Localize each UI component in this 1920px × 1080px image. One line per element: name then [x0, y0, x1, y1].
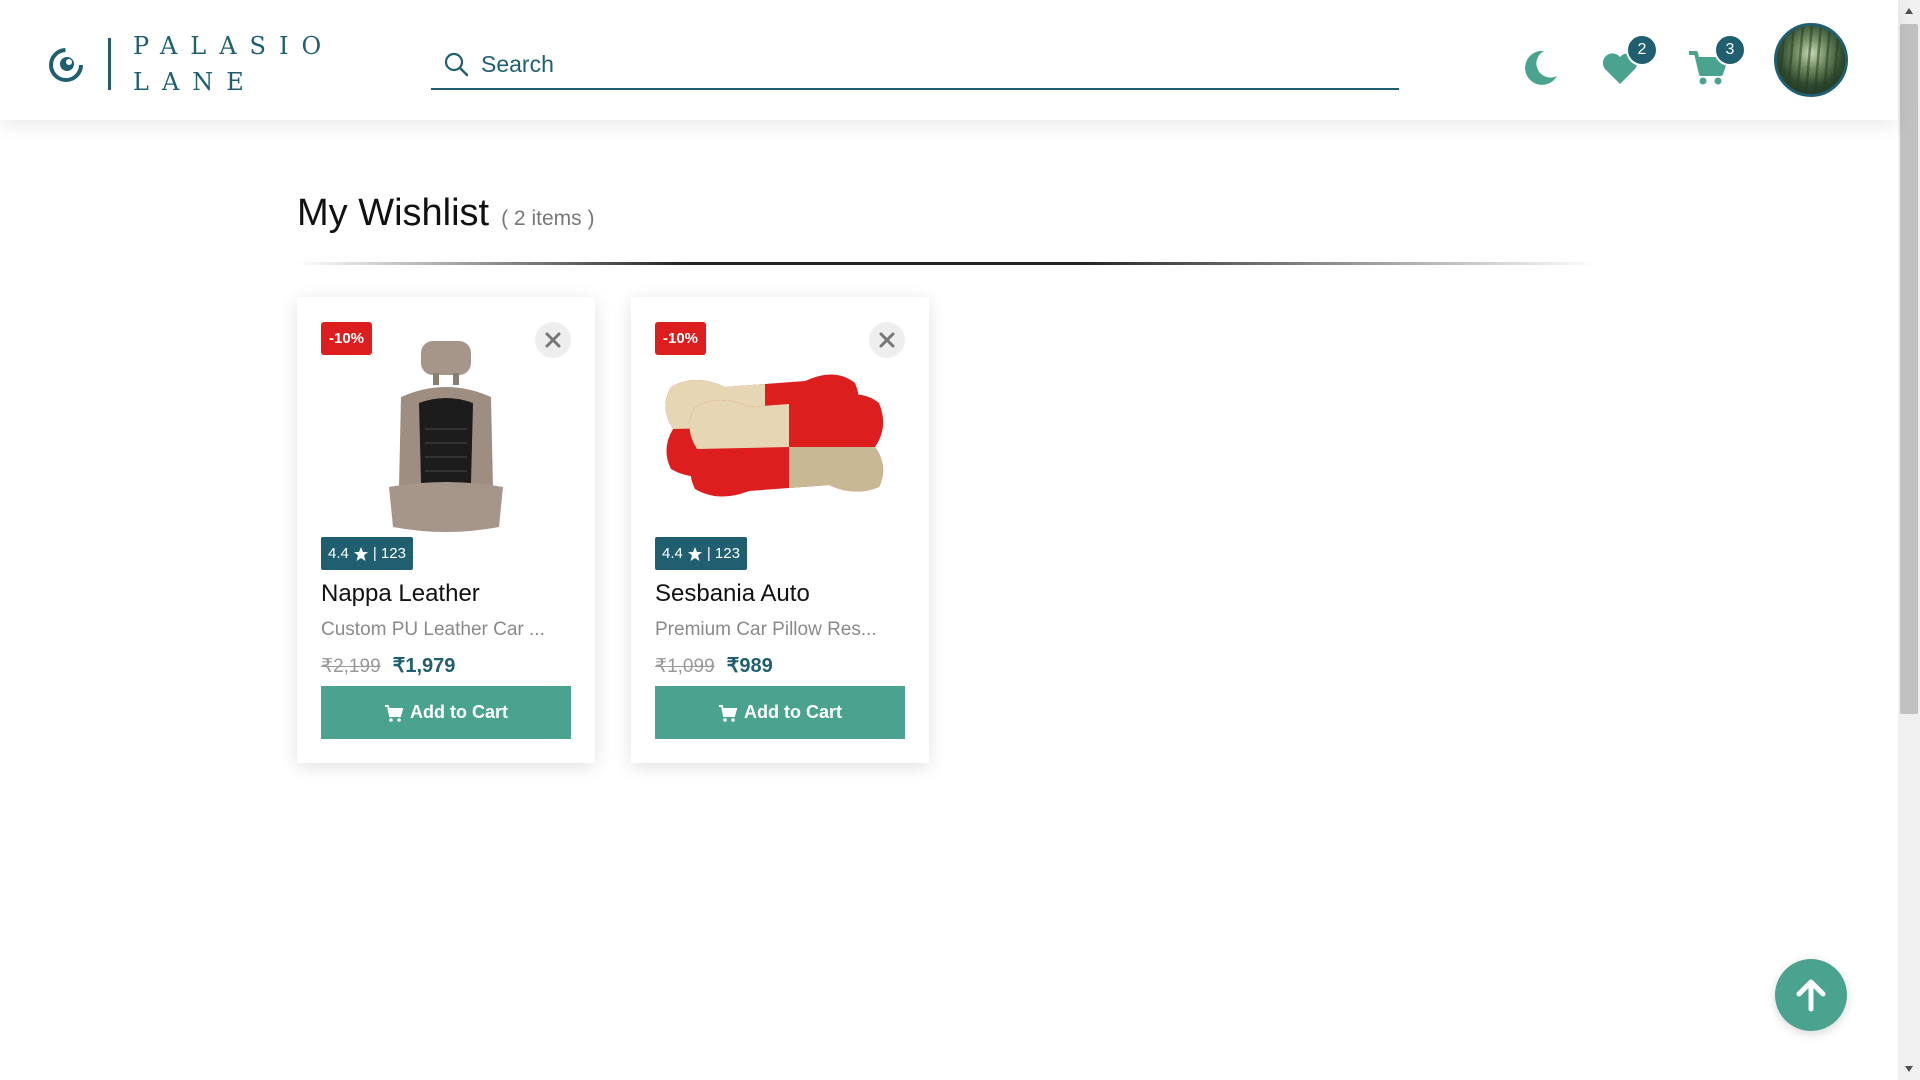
- cart-icon: [385, 704, 404, 722]
- wishlist-card: -10% 4.4 | 123 Sesbania Auto Premium Car…: [631, 297, 929, 763]
- review-count: | 123: [372, 545, 406, 562]
- brand-line-1: PALASIO: [133, 32, 335, 60]
- brand-logo[interactable]: PALASIO LANE: [46, 28, 334, 100]
- close-icon: [545, 332, 561, 348]
- theme-toggle-button[interactable]: [1512, 40, 1568, 96]
- avatar[interactable]: [1774, 23, 1848, 97]
- wishlist-button[interactable]: 2: [1592, 34, 1658, 96]
- rating-value: 4.4: [662, 545, 683, 562]
- sale-price: ₹989: [726, 655, 773, 677]
- sale-price: ₹1,979: [392, 655, 456, 677]
- search-bar[interactable]: [431, 40, 1399, 90]
- moon-icon: [1525, 50, 1557, 85]
- product-description: Premium Car Pillow Res...: [655, 619, 877, 640]
- scroll-to-top-button[interactable]: [1775, 959, 1847, 1031]
- price-row: ₹1,099 ₹989: [655, 653, 773, 678]
- discount-badge: -10%: [655, 322, 707, 355]
- close-icon: [879, 332, 895, 348]
- wishlist-heading: My Wishlist ( 2 items ): [297, 192, 594, 235]
- cart-count-badge: 3: [1714, 34, 1746, 66]
- add-to-cart-label: Add to Cart: [744, 702, 842, 722]
- product-name[interactable]: Sesbania Auto: [655, 580, 810, 608]
- page-title: My Wishlist: [297, 192, 490, 234]
- rating-value: 4.4: [328, 545, 349, 562]
- wishlist-card: -10% 4.4 | 123 Nappa Leather Custom PU L…: [297, 297, 595, 763]
- logo-divider: [108, 38, 111, 90]
- rating-badge: 4.4 | 123: [655, 537, 747, 570]
- wishlist-count-badge: 2: [1626, 34, 1658, 66]
- rating-badge: 4.4 | 123: [321, 537, 413, 570]
- arrow-up-icon: [1796, 979, 1826, 1012]
- add-to-cart-button[interactable]: Add to Cart: [321, 686, 571, 739]
- search-icon: [444, 52, 469, 77]
- caret-up-icon: [1905, 8, 1913, 14]
- remove-from-wishlist-button[interactable]: [535, 322, 571, 358]
- item-count: ( 2 items ): [501, 207, 595, 230]
- original-price: ₹2,199: [321, 656, 381, 677]
- brand-name: PALASIO LANE: [133, 28, 334, 100]
- brand-line-2: LANE: [133, 68, 257, 96]
- add-to-cart-label: Add to Cart: [410, 702, 508, 722]
- title-divider: [297, 262, 1597, 265]
- product-image-car-pillow[interactable]: [655, 337, 905, 537]
- page-scrollbar[interactable]: [1898, 0, 1920, 1080]
- cart-icon: [719, 704, 738, 722]
- add-to-cart-button[interactable]: Add to Cart: [655, 686, 905, 739]
- star-icon: [687, 546, 702, 561]
- caret-down-icon: [1905, 1066, 1913, 1072]
- star-icon: [353, 546, 368, 561]
- top-navbar: PALASIO LANE 2 3: [0, 0, 1898, 120]
- remove-from-wishlist-button[interactable]: [869, 322, 905, 358]
- cart-button[interactable]: 3: [1680, 34, 1746, 96]
- product-name[interactable]: Nappa Leather: [321, 580, 480, 608]
- scroll-up-arrow[interactable]: [1898, 0, 1920, 22]
- product-image-car-seat[interactable]: [321, 337, 571, 537]
- product-description: Custom PU Leather Car ...: [321, 619, 545, 640]
- review-count: | 123: [706, 545, 740, 562]
- logo-mark-icon: [49, 48, 83, 82]
- scrollbar-thumb[interactable]: [1900, 24, 1918, 714]
- discount-badge: -10%: [321, 322, 373, 355]
- price-row: ₹2,199 ₹1,979: [321, 653, 455, 678]
- original-price: ₹1,099: [655, 656, 715, 677]
- scroll-down-arrow[interactable]: [1898, 1058, 1920, 1080]
- search-input[interactable]: [481, 50, 1361, 78]
